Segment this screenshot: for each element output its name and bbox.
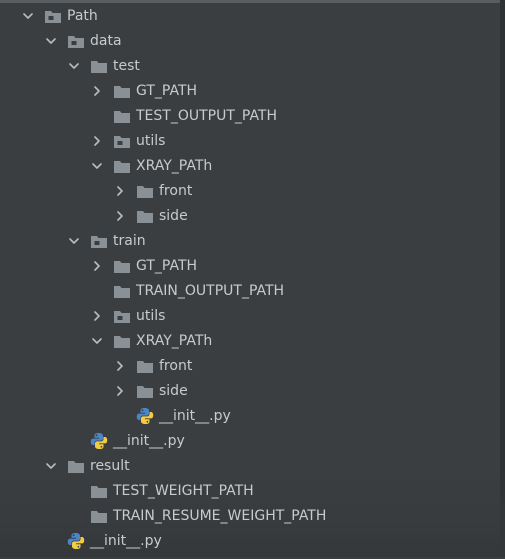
folder-icon [113,109,131,125]
tree-item[interactable]: utils [0,304,500,329]
tree-item-label: XRAY_PATh [136,333,213,349]
chevron-down-icon[interactable] [43,454,59,479]
chevron-right-icon[interactable] [89,79,105,104]
tree-item[interactable]: TEST_OUTPUT_PATH [0,104,500,129]
folder-icon [113,159,131,175]
tree-item[interactable]: test [0,54,500,79]
folder-icon [113,259,131,275]
tree-item[interactable]: utils [0,129,500,154]
tree-item-label: side [159,383,188,399]
folder-icon [113,334,131,350]
tree-item[interactable]: XRAY_PATh [0,329,500,354]
tree-item-label: __init__.py [113,433,185,449]
chevron-right-icon[interactable] [112,354,128,379]
python-file-icon [67,532,85,549]
folder-icon [90,59,108,75]
chevron-right-icon[interactable] [89,304,105,329]
tree-item[interactable]: TEST_WEIGHT_PATH [0,479,500,504]
tree-item-label: front [159,358,193,374]
tree-item[interactable]: TRAIN_RESUME_WEIGHT_PATH [0,504,500,529]
tree-item-label: utils [136,133,166,149]
tree-item-label: XRAY_PATh [136,158,213,174]
module-folder-icon [113,134,131,150]
folder-icon [113,84,131,100]
tree-item-label: TRAIN_OUTPUT_PATH [136,283,285,299]
chevron-down-icon[interactable] [20,4,36,29]
tree-item[interactable]: TRAIN_OUTPUT_PATH [0,279,500,304]
chevron-right-icon[interactable] [112,204,128,229]
tree-item[interactable]: GT_PATH [0,79,500,104]
tree-item[interactable]: result [0,454,500,479]
module-folder-icon [113,309,131,325]
chevron-down-icon[interactable] [66,54,82,79]
tree-item-label: __init__.py [159,408,231,424]
module-folder-icon [90,234,108,250]
folder-icon [136,184,154,200]
tree-item-label: utils [136,308,166,324]
chevron-right-icon[interactable] [112,179,128,204]
module-folder-icon [67,34,85,50]
tree-item[interactable]: front [0,354,500,379]
folder-icon [136,384,154,400]
tree-item-label: TRAIN_RESUME_WEIGHT_PATH [113,508,327,524]
tree-item-label: GT_PATH [136,83,198,99]
tree-item-label: train [113,233,146,249]
tree-item-label: result [90,458,130,474]
python-file-icon [90,432,108,449]
folder-icon [136,209,154,225]
tree-item[interactable]: GT_PATH [0,254,500,279]
tree-item-label: side [159,208,188,224]
chevron-down-icon[interactable] [43,29,59,54]
tree-item-label: TEST_OUTPUT_PATH [136,108,278,124]
python-file-icon [136,407,154,424]
tree-item-label: Path [67,8,98,24]
tree-item-label: data [90,33,122,49]
chevron-right-icon[interactable] [89,254,105,279]
tree-item-label: TEST_WEIGHT_PATH [113,483,254,499]
tree-item[interactable]: Path [0,4,500,29]
tree-item[interactable]: __init__.py [0,529,500,554]
tree-item-label: test [113,58,140,74]
tree-item[interactable]: __init__.py [0,429,500,454]
project-tree: Path data test GT_PATH TEST_OUTPUT_PATHutils… [0,4,500,554]
chevron-right-icon[interactable] [89,129,105,154]
tree-item-label: GT_PATH [136,258,198,274]
tree-item[interactable]: train [0,229,500,254]
tree-item[interactable]: front [0,179,500,204]
folder-icon [67,459,85,475]
tree-item-label: __init__.py [90,533,162,549]
window-top-edge [0,0,500,3]
chevron-right-icon[interactable] [112,379,128,404]
folder-icon [113,284,131,300]
tree-item-label: front [159,183,193,199]
folder-icon [90,509,108,525]
tree-item[interactable]: __init__.py [0,404,500,429]
folder-icon [136,359,154,375]
folder-icon [90,484,108,500]
chevron-down-icon[interactable] [66,229,82,254]
chevron-down-icon[interactable] [89,329,105,354]
module-folder-icon [44,9,62,25]
tree-item[interactable]: side [0,379,500,404]
tree-item[interactable]: data [0,29,500,54]
chevron-down-icon[interactable] [89,154,105,179]
tree-item[interactable]: side [0,204,500,229]
tree-item[interactable]: XRAY_PATh [0,154,500,179]
